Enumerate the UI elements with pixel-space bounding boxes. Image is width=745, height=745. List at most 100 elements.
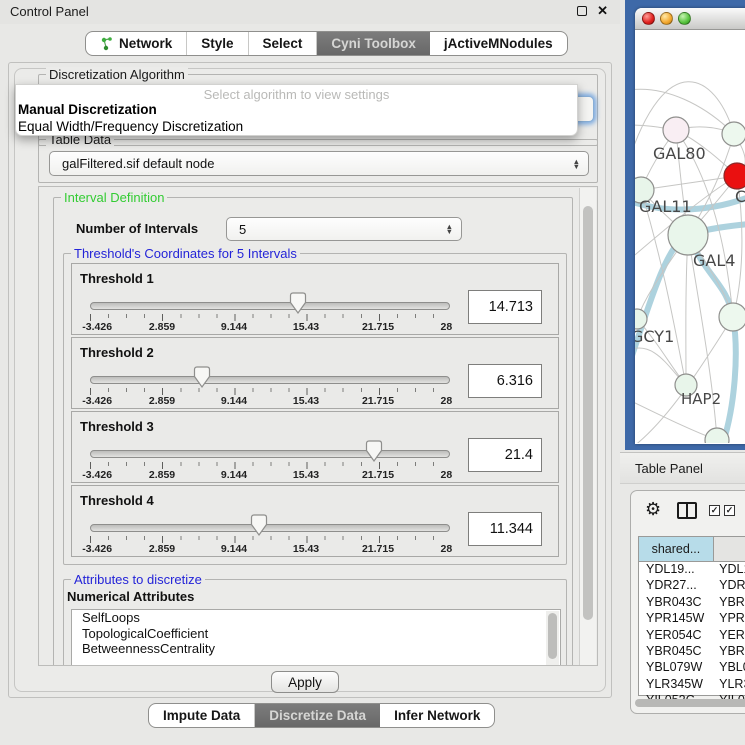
interval-definition-title: Interval Definition — [61, 190, 167, 205]
node-ga[interactable] — [722, 122, 745, 146]
scale-label: 21.715 — [362, 395, 394, 407]
tab-style[interactable]: Style — [187, 32, 248, 55]
settings-scroll-panel: Interval Definition Number of Intervals … — [38, 186, 598, 666]
network-window-titlebar[interactable] — [635, 8, 745, 30]
tab-cyni-toolbox[interactable]: Cyni Toolbox — [317, 32, 430, 55]
table-hscrollbar-thumb[interactable] — [635, 699, 745, 707]
top-tab-bar: Network Style Select Cyni Toolbox jActiv… — [85, 31, 568, 56]
table-row[interactable]: YDR27...YDR27 — [639, 578, 745, 594]
scale-label: 21.715 — [362, 321, 394, 333]
list-scrollbar-thumb[interactable] — [548, 613, 557, 659]
table-data-combobox[interactable]: galFiltered.sif default node ▲▼ — [49, 151, 589, 176]
cell[interactable]: YLR345W — [639, 677, 714, 693]
threshold-group-title: Threshold's Coordinates for 5 Intervals — [71, 246, 300, 261]
threshold-4-value-field[interactable]: 11.344 — [468, 512, 542, 546]
cell[interactable]: YDL19 — [714, 562, 745, 578]
tab-network[interactable]: Network — [86, 32, 187, 55]
apply-button[interactable]: Apply — [271, 671, 339, 693]
threshold-3-panel: Threshold 3 -3.426 2.859 9.144 15.43 21.… — [71, 411, 559, 483]
gear-icon[interactable]: ⚙ — [645, 499, 661, 520]
apply-button-label: Apply — [288, 675, 322, 690]
tab-discretize-data[interactable]: Discretize Data — [255, 704, 380, 727]
tab-jactivemnodules[interactable]: jActiveMNodules — [430, 32, 567, 55]
label-c: C — [735, 187, 745, 206]
network-window[interactable]: GAL80 GA C GAL11 GAL4 GCY1 H HAP2 — [635, 8, 745, 444]
table-row[interactable]: YER054CYER05 — [639, 628, 745, 644]
settings-scrollbar-thumb[interactable] — [583, 206, 593, 620]
close-traffic-icon[interactable] — [642, 12, 655, 25]
zoom-traffic-icon[interactable] — [678, 12, 691, 25]
cell[interactable]: YBR043C — [639, 595, 714, 611]
algorithm-option-manual[interactable]: Manual Discretization — [18, 102, 157, 117]
scale-label: 15.43 — [293, 543, 319, 555]
table-row[interactable]: YBL079WYBL07 — [639, 660, 745, 676]
threshold-1-slider-thumb[interactable] — [289, 292, 307, 315]
table-row[interactable]: YBR043CYBR04 — [639, 595, 745, 611]
algorithm-hint: Select algorithm to view settings — [16, 87, 577, 102]
table-header-row: shared... na — [639, 537, 745, 562]
slider-scale: -3.426 2.859 9.144 15.43 21.715 28 — [90, 543, 450, 556]
float-window-icon[interactable] — [577, 6, 587, 16]
node-red-selected[interactable] — [724, 163, 745, 189]
cell[interactable]: YBL079W — [639, 660, 714, 676]
label-gal11: GAL11 — [639, 197, 692, 216]
algorithm-option-equal-width[interactable]: Equal Width/Frequency Discretization — [18, 119, 243, 134]
threshold-1-value-field[interactable]: 14.713 — [468, 290, 542, 324]
tab-impute-data[interactable]: Impute Data — [149, 704, 255, 727]
threshold-2-value-field[interactable]: 6.316 — [468, 364, 542, 398]
column-header-shared[interactable]: shared... — [639, 537, 714, 562]
cell[interactable]: YBR04 — [714, 595, 745, 611]
table-row[interactable]: YPR145WYPR14 — [639, 611, 745, 627]
cell[interactable]: YER05 — [714, 628, 745, 644]
table-row[interactable]: YDL19...YDL19 — [639, 562, 745, 578]
tab-infer-network[interactable]: Infer Network — [380, 704, 494, 727]
scale-label: 15.43 — [293, 321, 319, 333]
tab-select[interactable]: Select — [249, 32, 318, 55]
cell[interactable]: YLR34 — [714, 677, 745, 693]
cell[interactable]: YBR04 — [714, 644, 745, 660]
threshold-4-slider[interactable] — [90, 524, 450, 532]
table-row[interactable]: YBR045CYBR04 — [639, 644, 745, 660]
list-scrollbar[interactable] — [546, 611, 559, 666]
threshold-4-slider-thumb[interactable] — [250, 514, 268, 537]
cell[interactable]: YBL07 — [714, 660, 745, 676]
cell[interactable]: YPR145W — [639, 611, 714, 627]
algorithm-dropdown-popup: Select algorithm to view settings Manual… — [15, 84, 578, 136]
threshold-3-slider[interactable] — [90, 450, 450, 458]
network-canvas[interactable]: GAL80 GA C GAL11 GAL4 GCY1 H HAP2 — [635, 30, 745, 443]
threshold-3-label: Threshold 3 — [80, 419, 154, 434]
cell[interactable]: YDR27 — [714, 578, 745, 594]
threshold-2-slider-thumb[interactable] — [193, 366, 211, 389]
list-item[interactable]: SelfLoops — [72, 610, 560, 626]
cell[interactable]: YDR27... — [639, 578, 714, 594]
column-layout-icon[interactable] — [677, 502, 697, 519]
table-row[interactable]: YLR345WYLR34 — [639, 677, 745, 693]
threshold-3-slider-thumb[interactable] — [365, 440, 383, 463]
checkbox-icon[interactable]: ✓ — [724, 505, 735, 516]
number-of-intervals-combobox[interactable]: 5 ▲▼ — [226, 217, 462, 241]
scale-label: 2.859 — [149, 469, 175, 481]
node-gal80[interactable] — [663, 117, 689, 143]
list-item[interactable]: TopologicalCoefficient — [72, 626, 560, 642]
settings-scrollbar[interactable] — [579, 188, 596, 665]
column-header-name[interactable]: na — [714, 537, 745, 562]
scale-label: 15.43 — [293, 395, 319, 407]
cell[interactable]: YER054C — [639, 628, 714, 644]
minimize-traffic-icon[interactable] — [660, 12, 673, 25]
threshold-1-slider[interactable] — [90, 302, 450, 310]
threshold-2-panel: Threshold 2 -3.426 2.859 9.144 15.43 21.… — [71, 337, 559, 409]
list-item[interactable]: BetweennessCentrality — [72, 641, 560, 657]
close-icon[interactable]: ✕ — [597, 3, 608, 19]
numerical-attributes-list[interactable]: SelfLoops TopologicalCoefficient Between… — [71, 609, 561, 666]
cell[interactable]: YPR14 — [714, 611, 745, 627]
threshold-3-value-field[interactable]: 21.4 — [468, 438, 542, 472]
cell[interactable]: YBR045C — [639, 644, 714, 660]
cell[interactable]: YDL19... — [639, 562, 714, 578]
node-h[interactable] — [719, 303, 745, 331]
threshold-2-slider[interactable] — [90, 376, 450, 384]
slider-ticks — [90, 462, 451, 469]
table-hscrollbar[interactable] — [635, 699, 745, 708]
checkbox-icon[interactable]: ✓ — [709, 505, 720, 516]
node-gal4[interactable] — [668, 215, 708, 255]
scale-label: 9.144 — [221, 321, 247, 333]
